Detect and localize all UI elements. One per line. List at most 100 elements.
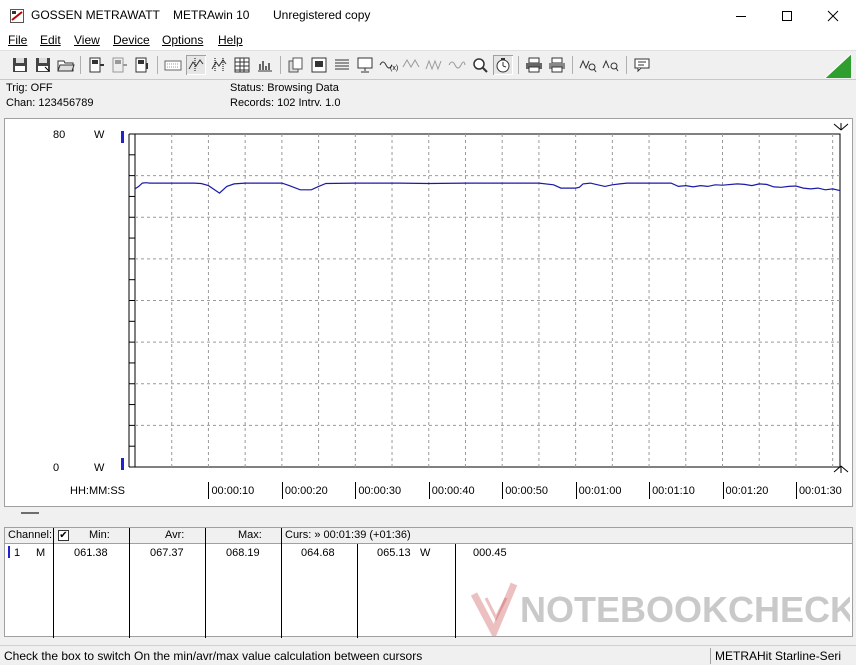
window-title-status: Unregistered copy bbox=[273, 8, 371, 22]
print-preview-icon[interactable] bbox=[309, 55, 329, 75]
row-cursor1: 064.68 bbox=[301, 547, 335, 559]
x-tick-label: 00:00:20 bbox=[284, 485, 328, 497]
header-channel: Channel: bbox=[8, 529, 53, 541]
cursor-marker-top bbox=[121, 131, 124, 143]
toolbar-separator bbox=[80, 56, 81, 74]
x-tick bbox=[355, 482, 357, 499]
toolbar-separator bbox=[280, 56, 281, 74]
y-axis-max-label: 80 bbox=[53, 129, 65, 141]
menu-options[interactable]: Options bbox=[162, 33, 203, 47]
magnify-icon[interactable] bbox=[447, 55, 467, 75]
svg-text:(x): (x) bbox=[390, 65, 398, 72]
splitter-handle[interactable] bbox=[21, 512, 39, 514]
save-as-icon[interactable] bbox=[33, 55, 53, 75]
x-tick bbox=[722, 482, 724, 499]
table-header: Channel: ✔ Min: Avr: Max: Curs: » 00:01:… bbox=[5, 528, 852, 544]
menu-view-label: View bbox=[74, 33, 100, 47]
menu-file[interactable]: File bbox=[8, 33, 27, 47]
status-separator bbox=[710, 648, 711, 664]
x-tick bbox=[428, 482, 430, 499]
toolbar: (x) bbox=[0, 52, 856, 80]
toolbar-separator bbox=[626, 56, 627, 74]
record-count: Records: 102 Intrv. 1.0 bbox=[230, 97, 341, 109]
maximize-button[interactable] bbox=[764, 0, 810, 31]
header-cursor: Curs: » 00:01:39 (+01:36) bbox=[285, 529, 411, 541]
row-min: 061.38 bbox=[74, 547, 108, 559]
column-divider bbox=[281, 528, 282, 638]
measure-query-icon[interactable] bbox=[601, 55, 621, 75]
row-delta: 000.45 bbox=[473, 547, 507, 559]
device-settings-icon[interactable] bbox=[132, 55, 152, 75]
device-connect-icon[interactable] bbox=[86, 55, 106, 75]
column-divider bbox=[53, 528, 54, 638]
printer-icon[interactable] bbox=[524, 55, 544, 75]
timer-icon[interactable] bbox=[493, 55, 513, 75]
table-icon[interactable] bbox=[232, 55, 252, 75]
x-tick-label: 00:00:10 bbox=[211, 485, 255, 497]
menu-help-label: Help bbox=[218, 33, 243, 47]
window-title-app: METRAwin 10 bbox=[173, 8, 250, 22]
bar-chart-icon[interactable] bbox=[255, 55, 275, 75]
x-tick-label: 00:01:20 bbox=[725, 485, 769, 497]
status-device: METRAHit Starline-Seri bbox=[715, 649, 842, 663]
toolbar-separator bbox=[518, 56, 519, 74]
power-chart[interactable]: 80 W 0 W bbox=[5, 119, 852, 506]
zoom-icon[interactable] bbox=[209, 55, 229, 75]
minimize-icon bbox=[736, 15, 746, 17]
channel-color-marker bbox=[8, 546, 10, 558]
monitor-icon[interactable] bbox=[355, 55, 375, 75]
save-icon[interactable] bbox=[10, 55, 30, 75]
cursor-icon[interactable] bbox=[186, 55, 206, 75]
comment-icon[interactable] bbox=[632, 55, 652, 75]
notebookcheck-logo: NOTEBOOKCHECK bbox=[470, 582, 850, 636]
right-cursor-top-arrow bbox=[833, 123, 849, 131]
x-tick bbox=[795, 482, 797, 499]
menu-device[interactable]: Device bbox=[113, 33, 150, 47]
print-setup-icon[interactable] bbox=[547, 55, 567, 75]
x-tick-label: 00:00:30 bbox=[358, 485, 402, 497]
minmax-checkbox[interactable]: ✔ bbox=[58, 530, 69, 541]
x-tick-label: 00:01:00 bbox=[578, 485, 622, 497]
x-tick bbox=[502, 482, 504, 499]
list-icon[interactable] bbox=[332, 55, 352, 75]
stopwatch-icon[interactable] bbox=[470, 55, 490, 75]
measure-icon[interactable] bbox=[578, 55, 598, 75]
info-bar: Trig: OFF Chan: 123456789 Status: Browsi… bbox=[0, 81, 856, 114]
app-icon[interactable] bbox=[10, 9, 24, 23]
wave-icon[interactable]: (x) bbox=[378, 55, 398, 75]
menu-edit-label: Edit bbox=[40, 33, 61, 47]
chart-panel[interactable]: 80 W 0 W bbox=[4, 118, 853, 507]
device-disconnect-icon[interactable] bbox=[109, 55, 129, 75]
watermark-text: NOTEBOOKCHECK bbox=[520, 589, 850, 630]
menu-device-label: Device bbox=[113, 33, 150, 47]
open-icon[interactable] bbox=[56, 55, 76, 75]
row-unit: W bbox=[420, 547, 431, 559]
y-axis-unit-top: W bbox=[94, 129, 105, 141]
menu-options-label: Options bbox=[162, 33, 204, 47]
y-axis-unit-bottom: W bbox=[94, 462, 105, 474]
column-divider bbox=[357, 544, 358, 638]
column-divider bbox=[205, 528, 206, 638]
toolbar-separator bbox=[157, 56, 158, 74]
triangle-wave-icon[interactable] bbox=[401, 55, 421, 75]
status-hint: Check the box to switch On the min/avr/m… bbox=[4, 649, 423, 663]
copy-icon[interactable] bbox=[286, 55, 306, 75]
x-tick-label: 00:01:30 bbox=[798, 485, 842, 497]
menu-file-label: File bbox=[8, 33, 28, 47]
sine-wave-icon[interactable] bbox=[424, 55, 444, 75]
close-button[interactable] bbox=[810, 0, 856, 31]
channel-list: Chan: 123456789 bbox=[6, 97, 94, 109]
y-axis-ticks bbox=[129, 133, 135, 468]
menu-help[interactable]: Help bbox=[218, 33, 243, 47]
column-divider bbox=[129, 528, 130, 638]
menu-edit[interactable]: Edit bbox=[40, 33, 61, 47]
minimize-button[interactable] bbox=[718, 0, 764, 31]
keyboard-icon[interactable] bbox=[163, 55, 183, 75]
maximize-icon bbox=[782, 10, 792, 21]
y-axis-min-label: 0 bbox=[53, 462, 59, 474]
menu-view[interactable]: View bbox=[74, 33, 100, 47]
x-axis-label: HH:MM:SS bbox=[70, 485, 125, 497]
x-tick bbox=[281, 482, 283, 499]
cursor-marker-bottom bbox=[121, 458, 124, 470]
x-tick bbox=[649, 482, 651, 499]
